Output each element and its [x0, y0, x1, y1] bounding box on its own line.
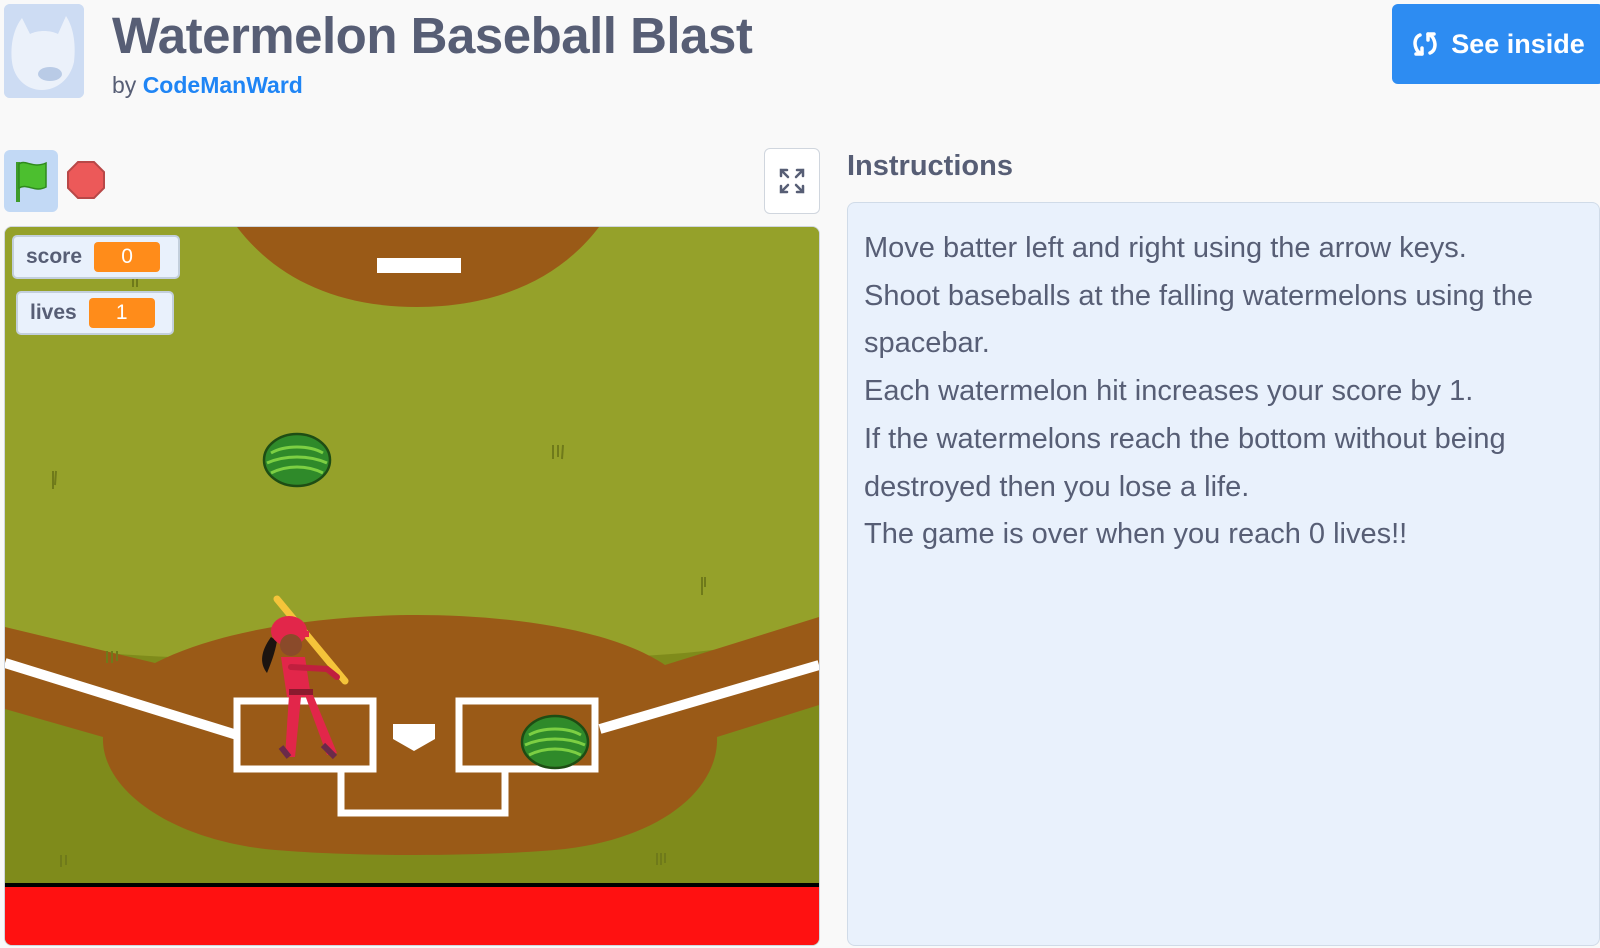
fullscreen-icon [779, 168, 805, 194]
project-thumbnail[interactable] [4, 4, 84, 98]
remix-icon [1413, 32, 1437, 56]
lives-value: 1 [88, 298, 155, 328]
score-value: 0 [94, 242, 161, 272]
author-link[interactable]: CodeManWard [143, 72, 303, 98]
score-monitor[interactable]: score 0 [12, 235, 180, 279]
see-inside-button[interactable]: See inside [1392, 4, 1600, 84]
instruction-line: Move batter left and right using the arr… [864, 232, 1467, 264]
instruction-line: Shoot baseballs at the falling watermelo… [864, 279, 1534, 312]
game-stage[interactable]: score 0 lives 1 [4, 226, 820, 946]
byline: by CodeManWard [112, 72, 303, 99]
danger-bar [5, 887, 819, 945]
instruction-line: Each watermelon hit increases your score… [864, 375, 1474, 408]
stop-button[interactable] [66, 160, 106, 200]
fullscreen-button[interactable] [764, 148, 820, 214]
lives-monitor[interactable]: lives 1 [16, 291, 174, 335]
instructions-heading: Instructions [847, 150, 1013, 182]
instruction-line: If the watermelons reach the bottom with… [864, 422, 1506, 455]
by-label: by [112, 72, 137, 98]
instruction-line: spacebar. [864, 327, 990, 360]
project-title: Watermelon Baseball Blast [112, 7, 753, 64]
instructions-panel[interactable]: Move batter left and right using the arr… [847, 202, 1600, 946]
watermelon-sprite [520, 714, 590, 770]
watermelon-sprite [262, 432, 332, 488]
lives-label: lives [30, 301, 77, 324]
instruction-line: destroyed then you lose a life. [864, 470, 1250, 503]
instruction-line: The game is over when you reach 0 lives!… [864, 518, 1408, 551]
green-flag-icon [16, 161, 47, 202]
see-inside-label: See inside [1451, 28, 1585, 59]
green-flag-button[interactable] [4, 150, 58, 212]
scratch-cat-icon [4, 4, 84, 98]
stop-sign-icon [67, 161, 105, 199]
score-label: score [26, 245, 83, 268]
